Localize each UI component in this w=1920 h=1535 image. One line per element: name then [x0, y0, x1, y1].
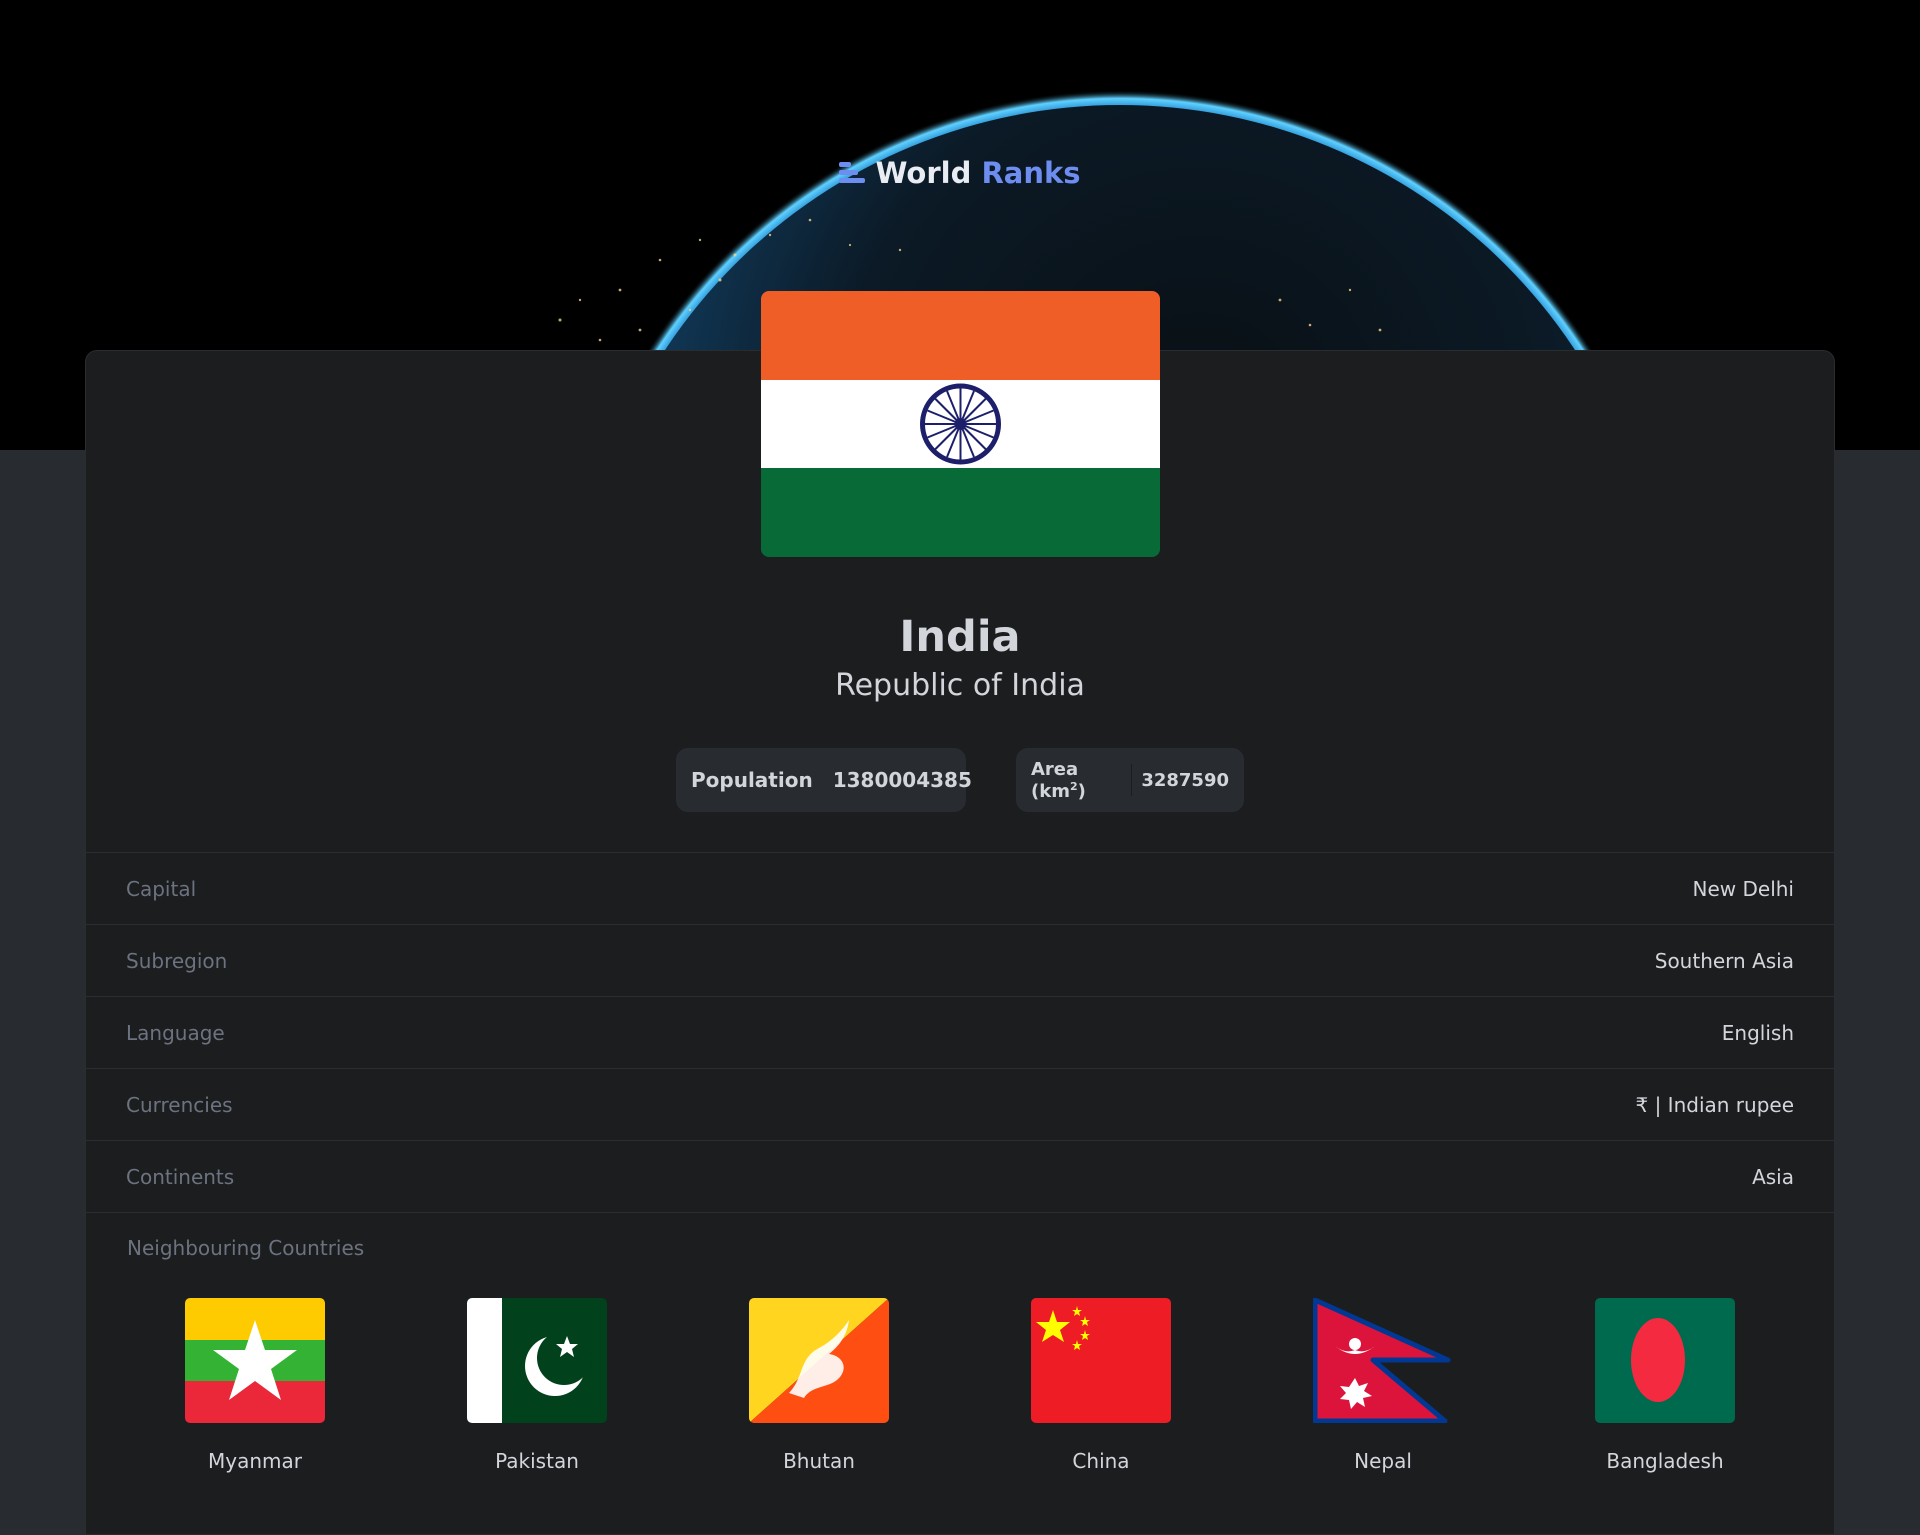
- brand-word-ranks: Ranks: [981, 156, 1081, 190]
- detail-row-subregion: Subregion Southern Asia: [86, 924, 1834, 996]
- detail-label: Subregion: [126, 948, 228, 973]
- pakistan-flag-icon: [467, 1298, 607, 1423]
- detail-value: New Delhi: [1692, 876, 1794, 901]
- detail-value: Asia: [1752, 1164, 1794, 1189]
- brand-logo[interactable]: World Ranks: [0, 156, 1920, 190]
- population-value: 1380004385: [832, 768, 972, 792]
- population-stat: Population 1380004385: [676, 748, 972, 812]
- neighbour-name: Nepal: [1354, 1449, 1412, 1473]
- divider: [1130, 764, 1132, 796]
- neighbour-name: Pakistan: [495, 1449, 579, 1473]
- myanmar-flag-icon: [185, 1298, 325, 1423]
- detail-value: English: [1721, 1020, 1794, 1045]
- neighbour-nepal[interactable]: Nepal: [1303, 1297, 1463, 1473]
- bhutan-flag-icon: [749, 1298, 889, 1423]
- neighbour-pakistan[interactable]: Pakistan: [457, 1298, 617, 1473]
- detail-label: Continents: [126, 1164, 235, 1189]
- neighbour-name: China: [1072, 1449, 1130, 1473]
- detail-row-continents: Continents Asia: [86, 1140, 1834, 1212]
- detail-label: Currencies: [126, 1092, 233, 1117]
- neighbour-name: Myanmar: [208, 1449, 302, 1473]
- detail-label: Capital: [126, 876, 197, 901]
- area-label: Area (km2): [1031, 758, 1086, 802]
- detail-label: Language: [126, 1020, 225, 1045]
- bangladesh-flag-icon: [1595, 1298, 1735, 1423]
- area-value: 3287590: [1141, 769, 1229, 791]
- detail-row-language: Language English: [86, 996, 1834, 1068]
- neighbour-bhutan[interactable]: Bhutan: [739, 1298, 899, 1473]
- neighbour-name: Bangladesh: [1606, 1449, 1724, 1473]
- neighbour-china[interactable]: China: [1021, 1298, 1181, 1473]
- population-label: Population: [691, 768, 813, 792]
- brand-word-world: World: [875, 156, 972, 190]
- country-name: India: [899, 612, 1021, 662]
- neighbours-divider: [86, 1212, 1834, 1213]
- detail-row-capital: Capital New Delhi: [86, 852, 1834, 924]
- india-flag-icon: [761, 291, 1160, 557]
- detail-value: Southern Asia: [1654, 948, 1794, 973]
- neighbour-name: Bhutan: [783, 1449, 855, 1473]
- neighbours-title: Neighbouring Countries: [127, 1236, 365, 1260]
- official-name: Republic of India: [835, 668, 1085, 703]
- nepal-flag-icon: [1312, 1297, 1453, 1424]
- neighbour-bangladesh[interactable]: Bangladesh: [1585, 1298, 1745, 1473]
- detail-value: ₹ | Indian rupee: [1635, 1092, 1795, 1117]
- detail-row-currencies: Currencies ₹ | Indian rupee: [86, 1068, 1834, 1140]
- bar-chart-icon: [839, 162, 866, 184]
- neighbour-myanmar[interactable]: Myanmar: [175, 1298, 335, 1473]
- area-stat: Area (km2) 3287590: [1016, 748, 1244, 812]
- china-flag-icon: [1031, 1298, 1171, 1423]
- details-list: Capital New Delhi Subregion Southern Asi…: [86, 852, 1834, 1213]
